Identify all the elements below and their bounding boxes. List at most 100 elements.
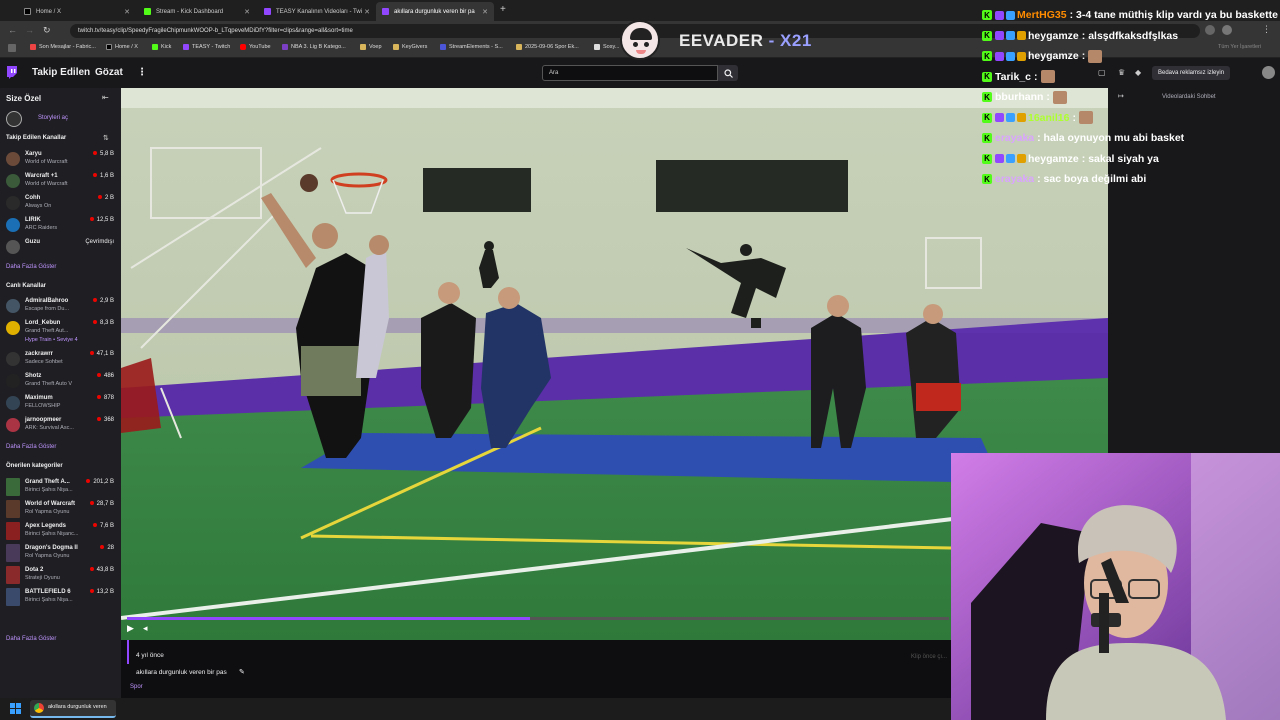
viewer-count: 43,8 B xyxy=(89,567,114,573)
bookmark-label: Kick xyxy=(161,44,172,50)
sidebar-channel[interactable]: zackrawrr Sadece Sohbet 47,1 B xyxy=(0,349,121,371)
new-tab-button[interactable]: + xyxy=(500,4,506,15)
edit-icon[interactable]: ✎ xyxy=(239,668,245,676)
browser-tab[interactable]: Home / X ✕ xyxy=(18,2,136,21)
windows-start-icon[interactable] xyxy=(10,703,21,714)
play-icon[interactable]: ▶ xyxy=(127,623,134,634)
apps-icon[interactable] xyxy=(8,44,16,52)
chat-text: : 3-4 tane müthiş klip vardı ya bu baske… xyxy=(1069,9,1278,21)
viewer-count: 8,3 B xyxy=(92,320,114,326)
sidebar-channel[interactable]: Shotz Grand Theft Auto V 486 xyxy=(0,371,121,393)
chat-message: Kheygamze: alsşdfkaksdfşlkas xyxy=(982,27,1178,45)
chat-badge-icon xyxy=(1017,31,1026,40)
close-icon[interactable]: ✕ xyxy=(364,8,370,16)
bookmark[interactable]: 2025-09-06 Spor Ek... xyxy=(516,44,579,50)
bookmark[interactable]: TEASY - Twitch xyxy=(183,44,230,50)
search-button[interactable] xyxy=(718,65,738,81)
bookmark[interactable]: YouTube xyxy=(240,44,271,50)
chat-username: heygamze xyxy=(1028,152,1079,165)
twitch-logo-icon[interactable] xyxy=(6,66,18,79)
category-item[interactable]: Apex Legends Birinci Şahıs Nişanc... 7,6 B xyxy=(0,521,121,543)
live-dot-icon xyxy=(97,195,102,200)
kick-icon xyxy=(144,8,151,15)
sort-icon[interactable]: ⇅ xyxy=(103,134,109,142)
sidebar-channel[interactable]: LIRIK ARC Raiders 12,5 B xyxy=(0,215,121,237)
tab-label: akıllara durgunluk veren bir pa xyxy=(394,8,475,15)
bookmark[interactable]: Voep xyxy=(360,44,382,50)
channel-game: World of Warcraft xyxy=(25,159,68,165)
nav-following[interactable]: Takip Edilen xyxy=(32,67,90,78)
tab-label: Home / X xyxy=(36,8,62,15)
progress-track[interactable] xyxy=(127,617,949,620)
sidebar-channel[interactable]: jarnoopmeer ARK: Survival Asc... 368 xyxy=(0,415,121,437)
sidebar-channel[interactable]: Warcraft +1 World of Warcraft 1,6 B xyxy=(0,171,121,193)
sidebar-channel[interactable]: Cohh Always On 2 B xyxy=(0,193,121,215)
category-item[interactable]: BATTLEFIELD 6 Birinci Şahıs Nişa... 13,2 B xyxy=(0,587,121,609)
sidebar-channel[interactable]: Lord_Kebun Grand Theft Aut... 8,3 B Hype Tr… xyxy=(0,318,121,343)
show-more-link[interactable]: Daha Fazla Göster xyxy=(6,444,56,450)
bookmark[interactable]: Sosy... xyxy=(594,44,619,50)
show-more-link[interactable]: Daha Fazla Göster xyxy=(6,636,56,642)
show-more-link[interactable]: Daha Fazla Göster xyxy=(6,264,56,270)
search-icon xyxy=(723,68,733,78)
viewer-count-label: 2,9 B xyxy=(99,298,114,304)
bookmark[interactable]: Home / X xyxy=(106,44,138,50)
chat-text: : alsşdfkaksdfşlkas xyxy=(1081,29,1179,42)
nav-browse[interactable]: Gözat xyxy=(95,67,123,78)
taskbar-app[interactable]: akıllara durgunluk veren xyxy=(30,700,116,718)
bookmark[interactable]: NBA 3. Lig B Katego... xyxy=(282,44,346,50)
chat-text: : xyxy=(1081,50,1086,62)
bookmark[interactable]: Son Mesajlar - Fabric... xyxy=(30,44,96,50)
forward-icon[interactable]: → xyxy=(25,25,34,35)
emote-icon xyxy=(1040,70,1055,83)
kick-icon: K xyxy=(982,133,992,143)
sidebar-channel[interactable]: AdmiralBahroo Escape from Du... 2,9 B xyxy=(0,296,121,318)
category-name: World of Warcraft xyxy=(25,501,76,507)
browser-tab-active[interactable]: akıllara durgunluk veren bir pa ✕ xyxy=(376,2,494,21)
chat-username: heygamze xyxy=(1028,29,1079,42)
bookmark[interactable]: KeyGivers xyxy=(393,44,427,50)
clip-before-button[interactable]: Klip önce çı... xyxy=(911,654,947,660)
collapse-icon[interactable]: ⇤ xyxy=(102,93,109,102)
live-dot-icon xyxy=(89,589,94,594)
category-thumbnail xyxy=(6,500,20,518)
sidebar-channel[interactable]: Xaryu World of Warcraft 5,8 B xyxy=(0,149,121,171)
close-icon[interactable]: ✕ xyxy=(244,8,250,16)
chat-username: MertHG35 xyxy=(1017,9,1067,21)
category-item[interactable]: Dota 2 Strateji Oyunu 43,8 B xyxy=(0,565,121,587)
sidebar-title: Size Özel xyxy=(6,94,42,103)
chat-badge-icon xyxy=(1006,154,1015,163)
sidebar-channel[interactable]: Guzu Çevrimdışı xyxy=(0,237,121,259)
browser-tab[interactable]: Stream - Kick Dashboard ✕ xyxy=(138,2,256,21)
volume-icon[interactable]: ◂ xyxy=(143,623,148,634)
category-name: Grand Theft A... xyxy=(25,479,70,485)
bookmark[interactable]: StreamElements - S... xyxy=(440,44,503,50)
sidebar-channel[interactable]: Maximum FELLOWSHIP 878 xyxy=(0,393,121,415)
stories-avatar[interactable] xyxy=(6,111,22,127)
reload-icon[interactable]: ↻ xyxy=(43,25,51,36)
tab-label: Stream - Kick Dashboard xyxy=(156,8,224,15)
chat-badge-icon xyxy=(1006,31,1015,40)
category-item[interactable]: Grand Theft A... Birinci Şahıs Nişa... 201… xyxy=(0,477,121,499)
category-item[interactable]: World of Warcraft Rol Yapma Oyunu 28,7 B xyxy=(0,499,121,521)
browser-tab[interactable]: TEASY Kanalının Videoları - Twi ✕ xyxy=(258,2,376,21)
channel-avatar xyxy=(6,152,20,166)
category-item[interactable]: Dragon's Dogma II Rol Yapma Oyunu 28 xyxy=(0,543,121,565)
bookmark[interactable]: Kick xyxy=(152,44,171,50)
taskbar-app-label: akıllara durgunluk veren xyxy=(48,704,107,710)
live-dot-icon xyxy=(96,395,101,400)
viewer-count: 2 B xyxy=(97,195,114,201)
more-icon[interactable]: ⋮ xyxy=(137,67,147,78)
bookmark-icon xyxy=(30,44,36,50)
clip-category[interactable]: Spor xyxy=(130,684,143,690)
search-input[interactable]: Ara xyxy=(542,65,718,81)
clip-title: akıllara durgunluk veren bir pas xyxy=(136,669,227,676)
category-name: BATTLEFIELD 6 xyxy=(25,589,71,595)
close-icon[interactable]: ✕ xyxy=(482,8,488,16)
close-icon[interactable]: ✕ xyxy=(124,8,130,16)
chat-text: : sakal siyah ya xyxy=(1081,152,1159,165)
stories-link[interactable]: Storyleri aç xyxy=(38,115,68,121)
emote-icon xyxy=(1078,111,1093,124)
category-genre: Strateji Oyunu xyxy=(25,575,60,581)
back-icon[interactable]: ← xyxy=(8,25,17,35)
